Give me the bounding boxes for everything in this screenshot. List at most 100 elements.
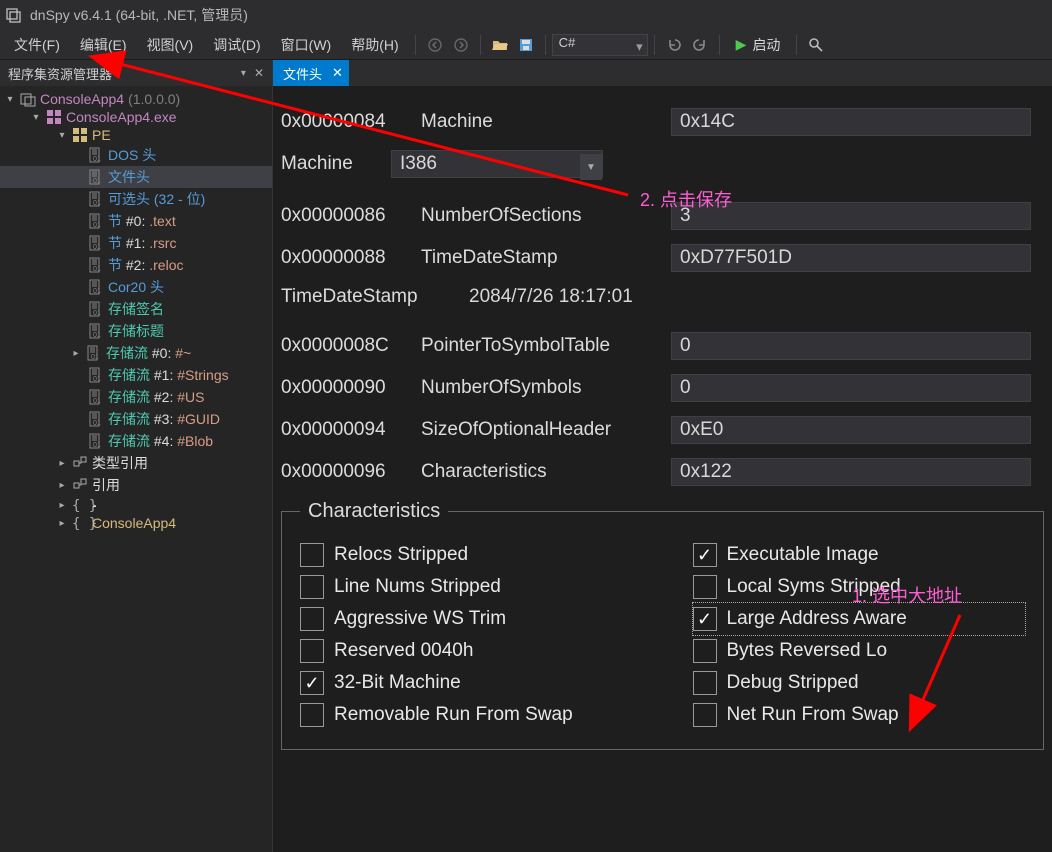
- svg-text:01: 01: [93, 244, 101, 251]
- tree-item[interactable]: ▸{ }ConsoleApp4: [0, 514, 272, 532]
- tree-assembly-root[interactable]: ▾ ConsoleApp4 (1.0.0.0): [0, 90, 272, 108]
- tree-item[interactable]: 01存储签名: [0, 298, 272, 320]
- tree-item[interactable]: ▸引用: [0, 474, 272, 496]
- checkbox-label: Large Address Aware: [727, 608, 907, 630]
- menu-file[interactable]: 文件(F): [4, 31, 70, 59]
- open-button[interactable]: [489, 34, 511, 56]
- characteristic-checkbox[interactable]: ✓ 32-Bit Machine: [300, 667, 633, 699]
- characteristic-checkbox[interactable]: Relocs Stripped: [300, 539, 633, 571]
- nav-forward-button[interactable]: [450, 34, 472, 56]
- tree-item[interactable]: 01存储流 #3: #GUID: [0, 408, 272, 430]
- checkbox-box: ✓: [693, 607, 717, 631]
- tree-item[interactable]: 01节 #2: .reloc: [0, 254, 272, 276]
- characteristic-checkbox[interactable]: Reserved 0040h: [300, 635, 633, 667]
- field-value-input[interactable]: [671, 374, 1031, 402]
- save-button[interactable]: [515, 34, 537, 56]
- tree-item[interactable]: 01Cor20 头: [0, 276, 272, 298]
- checkbox-label: Bytes Reversed Lo: [727, 640, 888, 662]
- tree-item[interactable]: 01存储流 #4: #Blob: [0, 430, 272, 452]
- file-icon: 01: [88, 411, 104, 427]
- tree-item[interactable]: 01存储流 #2: #US: [0, 386, 272, 408]
- menu-edit[interactable]: 编辑(E): [70, 31, 137, 59]
- field-label: TimeDateStamp: [281, 286, 461, 308]
- field-offset: 0x00000084: [281, 111, 421, 133]
- tree-module[interactable]: ▾ ConsoleApp4.exe: [0, 108, 272, 126]
- svg-text:01: 01: [93, 200, 101, 207]
- file-icon: 01: [88, 147, 104, 163]
- tree-item[interactable]: 01文件头: [0, 166, 272, 188]
- nav-back-button[interactable]: [424, 34, 446, 56]
- field-value-input[interactable]: [671, 244, 1031, 272]
- tree-item[interactable]: 01可选头 (32 - 位): [0, 188, 272, 210]
- language-combo[interactable]: C# ▾: [552, 34, 648, 56]
- characteristic-checkbox[interactable]: ✓ Large Address Aware: [693, 603, 1026, 635]
- assembly-icon: [20, 91, 36, 107]
- redo-button[interactable]: [689, 34, 711, 56]
- field-name: PointerToSymbolTable: [421, 335, 671, 357]
- checkbox-box: ✓: [300, 671, 324, 695]
- field-row: 0x00000084Machine: [281, 108, 1044, 136]
- characteristic-checkbox[interactable]: Line Nums Stripped: [300, 571, 633, 603]
- field-value-input[interactable]: [671, 458, 1031, 486]
- characteristic-checkbox[interactable]: Removable Run From Swap: [300, 699, 633, 731]
- chevron-down-icon[interactable]: ▼: [580, 154, 602, 180]
- menu-window[interactable]: 窗口(W): [271, 31, 342, 59]
- svg-text:01: 01: [91, 354, 99, 361]
- field-value-input[interactable]: [671, 108, 1031, 136]
- characteristics-group: Characteristics Relocs Stripped Line Nums …: [281, 500, 1044, 750]
- svg-text:01: 01: [93, 332, 101, 339]
- tree-item[interactable]: 01节 #0: .text: [0, 210, 272, 232]
- document-tab-fileheader[interactable]: 文件头 ✕: [273, 60, 349, 86]
- panel-menu-icon[interactable]: ▾: [241, 68, 246, 79]
- field-offset: 0x00000094: [281, 419, 421, 441]
- menu-debug[interactable]: 调试(D): [203, 31, 270, 59]
- close-icon[interactable]: ✕: [332, 65, 343, 81]
- tree-item[interactable]: ▸{ }-: [0, 496, 272, 514]
- tree-pe[interactable]: ▾ PE: [0, 126, 272, 144]
- panel-title: 程序集资源管理器: [8, 64, 112, 83]
- checkbox-box: [693, 703, 717, 727]
- tree-item[interactable]: ▸类型引用: [0, 452, 272, 474]
- pe-icon: [72, 127, 88, 143]
- checkbox-box: [693, 671, 717, 695]
- characteristic-checkbox[interactable]: Local Syms Stripped: [693, 571, 1026, 603]
- svg-text:01: 01: [93, 178, 101, 185]
- start-debug-button[interactable]: ▶ 启动: [726, 33, 791, 57]
- field-name: TimeDateStamp: [421, 247, 671, 269]
- checkbox-label: 32-Bit Machine: [334, 672, 461, 694]
- characteristic-checkbox[interactable]: ✓Executable Image: [693, 539, 1026, 571]
- tree-item[interactable]: 01DOS 头: [0, 144, 272, 166]
- tree-item[interactable]: 01节 #1: .rsrc: [0, 232, 272, 254]
- file-icon: 01: [88, 367, 104, 383]
- tree-item[interactable]: ▸01存储流 #0: #~: [0, 342, 272, 364]
- tree-item[interactable]: 01存储流 #1: #Strings: [0, 364, 272, 386]
- field-value-input[interactable]: [671, 202, 1031, 230]
- panel-close-button[interactable]: ✕: [254, 66, 264, 80]
- field-value-input[interactable]: [671, 416, 1031, 444]
- menu-help[interactable]: 帮助(H): [341, 31, 408, 59]
- language-combo-value: C#: [559, 35, 576, 50]
- checkbox-label: Removable Run From Swap: [334, 704, 573, 726]
- search-button[interactable]: [805, 34, 827, 56]
- document-tabs: 文件头 ✕: [273, 60, 1052, 86]
- tree-item[interactable]: 01存储标题: [0, 320, 272, 342]
- field-value-input[interactable]: [671, 332, 1031, 360]
- svg-text:01: 01: [93, 156, 101, 163]
- svg-text:01: 01: [93, 442, 101, 449]
- characteristic-checkbox[interactable]: Net Run From Swap: [693, 699, 1026, 731]
- undo-button[interactable]: [663, 34, 685, 56]
- field-name: Machine: [421, 111, 671, 133]
- checkbox-label: Relocs Stripped: [334, 544, 468, 566]
- characteristic-checkbox[interactable]: Bytes Reversed Lo: [693, 635, 1026, 667]
- characteristics-legend: Characteristics: [300, 500, 448, 523]
- checkbox-label: Local Syms Stripped: [727, 576, 901, 598]
- menu-view[interactable]: 视图(V): [137, 31, 204, 59]
- field-name: Characteristics: [421, 461, 671, 483]
- checkbox-box: ✓: [693, 543, 717, 567]
- field-row: 0x00000088TimeDateStamp: [281, 244, 1044, 272]
- field-select[interactable]: [391, 150, 603, 178]
- characteristic-checkbox[interactable]: Aggressive WS Trim: [300, 603, 633, 635]
- characteristic-checkbox[interactable]: Debug Stripped: [693, 667, 1026, 699]
- file-icon: 01: [86, 345, 102, 361]
- checkbox-label: Debug Stripped: [727, 672, 859, 694]
